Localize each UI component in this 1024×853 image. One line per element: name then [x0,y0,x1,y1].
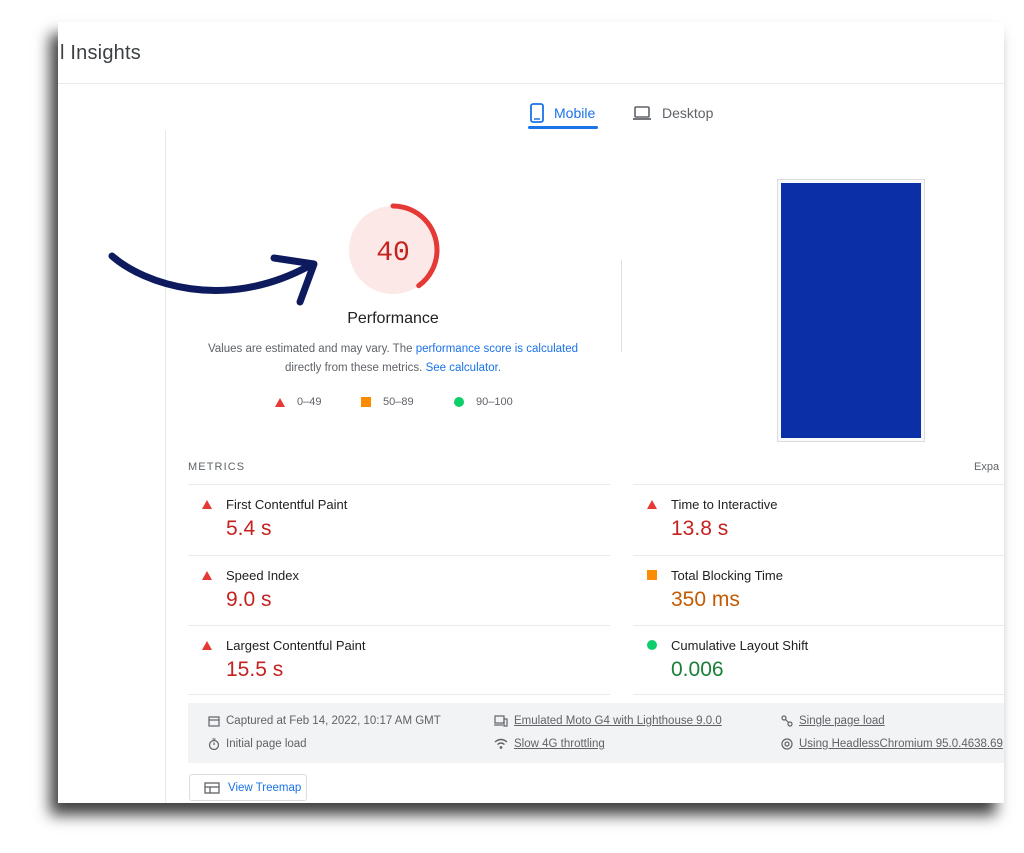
green-circle-icon [454,397,464,407]
description-text-1: Values are estimated and may vary. The [207,343,416,355]
tab-desktop[interactable]: Desktop [632,98,713,128]
legend-range: 50–89 [383,396,414,408]
single-load-info[interactable]: Single page load [781,715,885,727]
metric-divider [188,694,610,695]
see-calculator-link[interactable]: See calculator [426,362,498,374]
initial-load-text: Initial page load [226,738,307,750]
performance-score-gauge: 40 [346,203,440,297]
metric-divider [633,484,1004,485]
active-tab-indicator [528,126,598,129]
red-triangle-icon [275,397,285,407]
legend-range: 0–49 [297,396,322,408]
red-triangle-icon [202,571,212,580]
device-info[interactable]: Emulated Moto G4 with Lighthouse 9.0.0 [494,715,722,727]
single-load-text: Single page load [799,715,885,727]
tab-mobile[interactable]: Mobile [530,98,595,128]
metric-value: 5.4 s [226,517,272,540]
score-calculated-link[interactable]: performance score is calculated [416,343,578,355]
header-divider [58,83,1004,84]
metric-value: 350 ms [671,588,740,611]
metric-value: 15.5 s [226,658,284,681]
metric-name: Time to Interactive [671,497,778,512]
metric-divider [188,625,610,626]
wifi-icon [494,738,508,749]
orange-square-icon [361,397,371,407]
performance-label: Performance [347,310,439,327]
metric-divider [633,625,1004,626]
red-triangle-icon [202,500,212,509]
metric-name: First Contentful Paint [226,497,348,512]
orange-square-icon [647,570,657,580]
center-divider [621,260,622,352]
metric-divider [633,555,1004,556]
browser-text: Using HeadlessChromium 95.0.4638.69 [799,738,1003,750]
legend-range: 90–100 [476,396,513,408]
view-treemap-button[interactable]: View Treemap [189,774,307,801]
red-triangle-icon [202,641,212,650]
legend-pass: 90–100 [454,396,513,408]
screenshot-overlay [781,183,921,438]
throttling-info[interactable]: Slow 4G throttling [494,738,605,750]
treemap-icon [204,781,220,794]
description-period: . [497,362,502,374]
legend-fail: 0–49 [275,396,321,408]
annotation-arrow [108,252,318,306]
left-divider [165,130,166,803]
metric-divider [188,555,610,556]
devices-icon [494,715,508,727]
chrome-icon [781,738,793,750]
metric-divider [188,484,610,485]
metric-name: Total Blocking Time [671,568,783,583]
score-description: Values are estimated and may vary. The p… [188,340,598,378]
view-treemap-label: View Treemap [228,781,302,794]
expand-view-toggle[interactable]: Expa [974,461,999,473]
captured-info: Captured at Feb 14, 2022, 10:17 AM GMT [208,715,441,727]
metric-name: Largest Contentful Paint [226,638,366,653]
metric-name: Cumulative Layout Shift [671,638,809,653]
metric-divider [633,694,1004,695]
browser-info[interactable]: Using HeadlessChromium 95.0.4638.69 [781,738,1003,750]
metric-value: 13.8 s [671,517,729,540]
description-text-2: directly from these metrics. [284,362,426,374]
page-title: l Insights [60,42,141,64]
legend-average: 50–89 [361,396,414,408]
laptop-icon [633,106,651,120]
metric-value: 0.006 [671,658,724,681]
metric-value: 9.0 s [226,588,272,611]
run-info-panel: Captured at Feb 14, 2022, 10:17 AM GMT I… [188,703,1004,763]
pagespeed-panel: l Insights Mobile Desktop 40 Performance… [58,22,1004,803]
captured-text: Captured at Feb 14, 2022, 10:17 AM GMT [226,715,441,727]
timer-icon [208,738,220,750]
phone-icon [530,103,544,123]
green-circle-icon [647,640,657,650]
calendar-icon [208,716,220,727]
device-text: Emulated Moto G4 with Lighthouse 9.0.0 [514,715,722,727]
metrics-heading: METRICS [188,461,246,473]
page-screenshot-thumbnail[interactable] [777,179,925,442]
red-triangle-icon [647,500,657,509]
metric-name: Speed Index [226,568,300,583]
tab-desktop-label: Desktop [662,105,714,121]
tab-mobile-label: Mobile [554,105,596,121]
performance-score: 40 [376,238,410,269]
initial-load-info: Initial page load [208,738,307,750]
throttling-text: Slow 4G throttling [514,738,605,750]
nodes-icon [781,715,793,727]
